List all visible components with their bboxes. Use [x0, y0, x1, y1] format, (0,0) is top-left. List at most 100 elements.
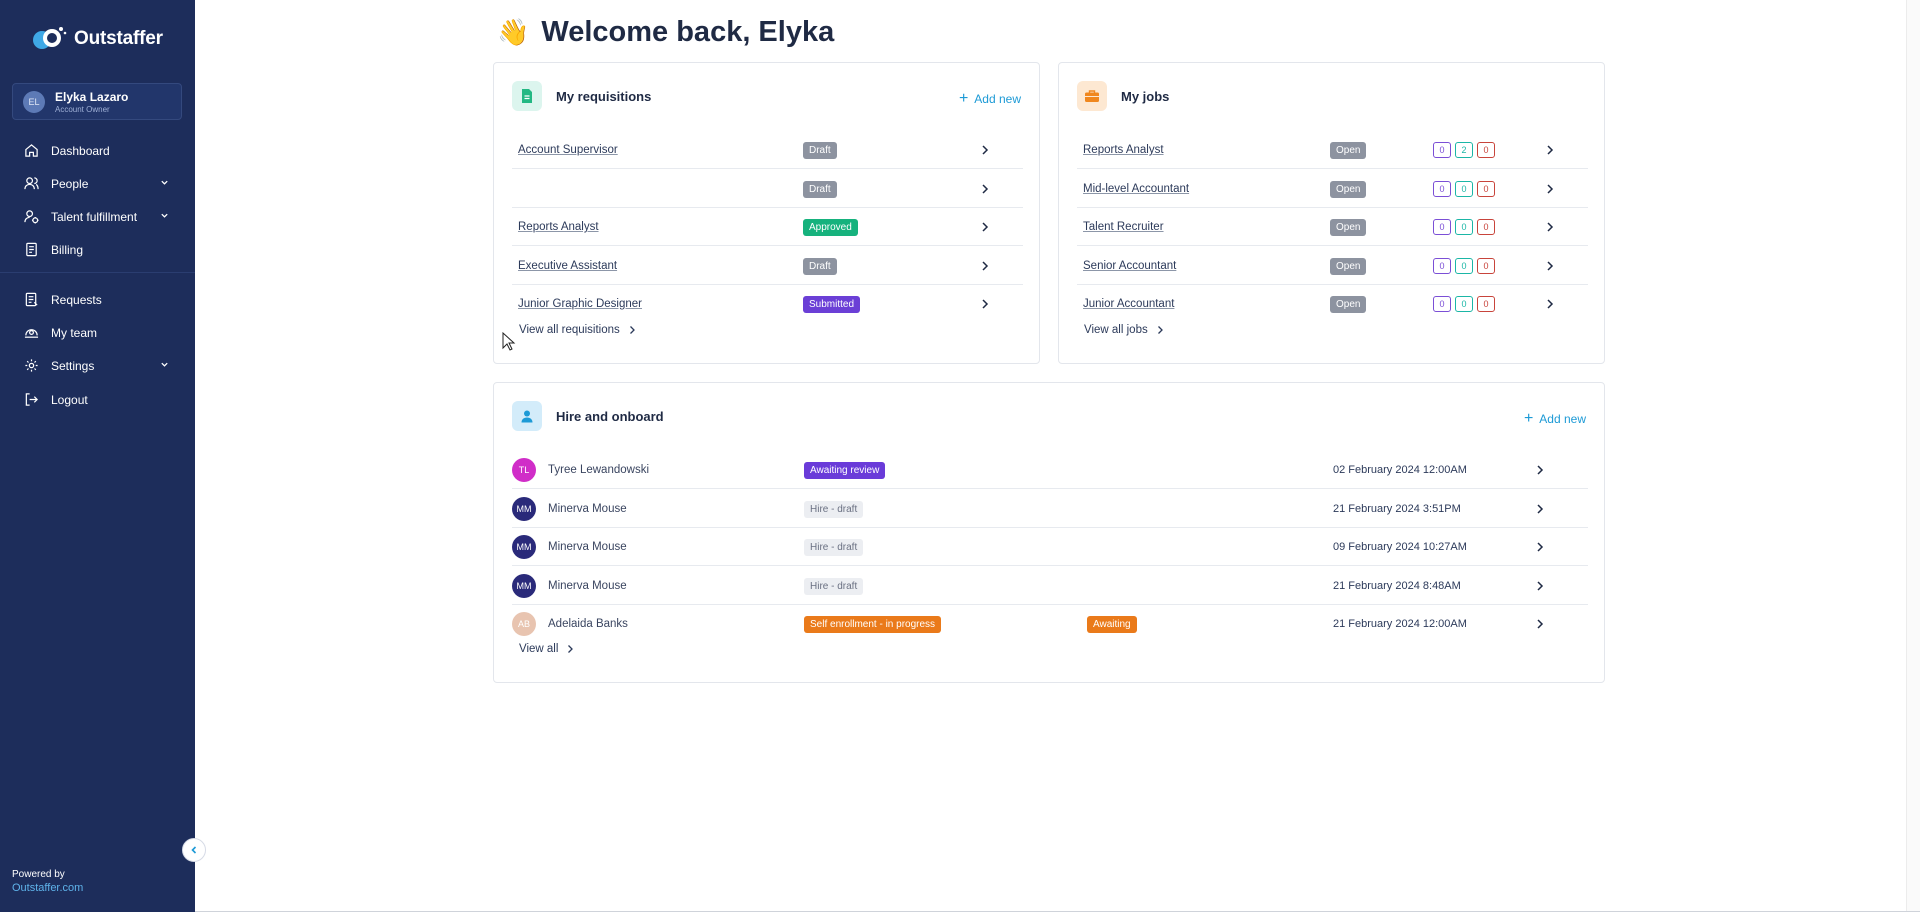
row-arrow[interactable]: [1535, 567, 1555, 605]
count-badge[interactable]: 0: [1455, 180, 1473, 197]
person-name: Minerva Mouse: [548, 579, 627, 592]
sidebar-item-requests[interactable]: Requests: [0, 283, 195, 316]
job-row[interactable]: Junior Accountant Open 000: [1077, 285, 1588, 323]
plus-icon: +: [1523, 410, 1534, 427]
add-hire-button[interactable]: + Add new: [1523, 410, 1586, 427]
hire-row[interactable]: MM Minerva Mouse Hire - draft 09 Februar…: [512, 528, 1588, 566]
row-arrow[interactable]: [1535, 451, 1555, 489]
status-badge: Open: [1330, 142, 1367, 159]
sidebar-item-people[interactable]: People: [0, 167, 195, 200]
chevron-right-icon: [1547, 183, 1554, 194]
requisition-name[interactable]: Junior Graphic Designer: [518, 298, 642, 310]
count-badge[interactable]: 0: [1477, 142, 1495, 158]
row-arrow[interactable]: [1545, 208, 1565, 246]
requisition-row[interactable]: Draft: [512, 170, 1023, 208]
count-badge[interactable]: 0: [1455, 296, 1473, 312]
row-arrow[interactable]: [980, 131, 1000, 169]
sidebar-item-logout[interactable]: Logout: [0, 383, 195, 416]
row-arrow[interactable]: [980, 208, 1000, 246]
chevron-right-icon: [982, 260, 989, 271]
row-arrow[interactable]: [980, 170, 1000, 208]
count-badge[interactable]: 0: [1433, 219, 1451, 235]
person-name: Minerva Mouse: [548, 502, 627, 515]
person-name: Adelaida Banks: [548, 618, 628, 630]
job-row[interactable]: Talent Recruiter Open 000: [1077, 208, 1588, 246]
count-badge[interactable]: 0: [1477, 296, 1495, 312]
count-badge[interactable]: 0: [1433, 142, 1451, 158]
secondary-status-badge: Awaiting: [1087, 616, 1137, 633]
chevron-right-icon: [1537, 619, 1544, 629]
sidebar-item-settings[interactable]: Settings: [0, 349, 195, 382]
row-date: 21 February 2024 8:48AM: [1333, 579, 1461, 592]
collapse-sidebar-button[interactable]: [182, 838, 206, 862]
row-date: 21 February 2024 12:00AM: [1333, 618, 1467, 630]
outstaffer-link[interactable]: Outstaffer.com: [12, 882, 83, 894]
count-badge[interactable]: 0: [1477, 219, 1495, 235]
candidate-counts: 000: [1433, 296, 1495, 312]
hire-row[interactable]: MM Minerva Mouse Hire - draft 21 Februar…: [512, 490, 1588, 528]
count-badge[interactable]: 0: [1477, 180, 1495, 197]
hire-onboard-card: Hire and onboard + Add new TL Tyree Lewa…: [493, 382, 1605, 683]
requisition-row[interactable]: Executive Assistant Draft: [512, 247, 1023, 285]
row-arrow[interactable]: [1545, 170, 1565, 208]
job-row[interactable]: Mid-level Accountant Open 000: [1077, 170, 1588, 208]
count-badge[interactable]: 0: [1433, 180, 1451, 197]
hire-row[interactable]: TL Tyree Lewandowski Awaiting review 02 …: [512, 451, 1588, 489]
chevron-right-icon: [982, 222, 989, 232]
powered-by: Powered by Outstaffer.com: [12, 869, 83, 894]
requisition-row[interactable]: Account Supervisor Draft: [512, 131, 1023, 169]
job-row[interactable]: Senior Accountant Open 000: [1077, 247, 1588, 285]
count-badge[interactable]: 0: [1433, 296, 1451, 312]
view-all-hires-link[interactable]: View all: [519, 643, 574, 655]
job-name[interactable]: Junior Accountant: [1083, 298, 1174, 310]
requisition-name[interactable]: Account Supervisor: [518, 144, 618, 156]
page-scrollbar[interactable]: [1906, 0, 1920, 912]
count-badge[interactable]: 0: [1433, 257, 1451, 274]
job-name[interactable]: Mid-level Accountant: [1083, 183, 1189, 195]
row-arrow[interactable]: [980, 247, 1000, 285]
job-name[interactable]: Senior Accountant: [1083, 260, 1176, 272]
user-card[interactable]: EL Elyka Lazaro Account Owner: [12, 83, 182, 120]
sidebar-item-my-team[interactable]: My team: [0, 316, 195, 349]
hire-row[interactable]: MM Minerva Mouse Hire - draft 21 Februar…: [512, 567, 1588, 605]
view-all-requisitions-link[interactable]: View all requisitions: [519, 324, 636, 336]
hire-row[interactable]: AB Adelaida Banks Self enrollment - in p…: [512, 605, 1588, 643]
requisition-row[interactable]: Junior Graphic Designer Submitted: [512, 285, 1023, 323]
plus-icon: +: [958, 90, 969, 107]
outstaffer-logo[interactable]: Outstaffer: [30, 24, 163, 54]
requisition-row[interactable]: Reports Analyst Approved: [512, 208, 1023, 246]
add-requisition-button[interactable]: + Add new: [958, 90, 1021, 107]
requisition-name[interactable]: Reports Analyst: [518, 221, 599, 233]
sidebar-item-billing[interactable]: Billing: [0, 233, 195, 266]
row-arrow[interactable]: [1535, 528, 1555, 566]
row-date: 02 February 2024 12:00AM: [1333, 464, 1467, 476]
sidebar-nav: Dashboard People Talent fulfillment Bill…: [0, 134, 195, 416]
count-badge[interactable]: 0: [1477, 257, 1495, 274]
candidate-counts: 020: [1433, 142, 1495, 158]
count-badge[interactable]: 2: [1455, 142, 1473, 158]
row-arrow[interactable]: [1535, 490, 1555, 528]
view-all-jobs-link[interactable]: View all jobs: [1084, 324, 1164, 336]
status-badge: Hire - draft: [804, 500, 864, 518]
count-badge[interactable]: 0: [1455, 257, 1473, 274]
requisitions-header: My requisitions: [512, 81, 651, 111]
row-arrow[interactable]: [1535, 605, 1555, 643]
add-new-label: Add new: [974, 92, 1021, 106]
row-arrow[interactable]: [1545, 247, 1565, 285]
job-row[interactable]: Reports Analyst Open 020: [1077, 131, 1588, 169]
chevron-right-icon: [982, 299, 989, 309]
status-badge: Draft: [803, 180, 837, 198]
hire-title: Hire and onboard: [556, 408, 664, 424]
sidebar-item-talent-fulfillment[interactable]: Talent fulfillment: [0, 200, 195, 233]
job-name[interactable]: Reports Analyst: [1083, 144, 1164, 156]
chevron-right-icon: [1547, 222, 1554, 232]
requisition-name[interactable]: Executive Assistant: [518, 260, 617, 272]
sidebar-item-dashboard[interactable]: Dashboard: [0, 134, 195, 167]
count-badge[interactable]: 0: [1455, 219, 1473, 235]
chevron-right-icon: [1547, 299, 1554, 309]
row-arrow[interactable]: [1545, 285, 1565, 323]
job-name[interactable]: Talent Recruiter: [1083, 221, 1164, 233]
team-icon: [24, 329, 39, 338]
row-arrow[interactable]: [1545, 131, 1565, 169]
row-arrow[interactable]: [980, 285, 1000, 323]
